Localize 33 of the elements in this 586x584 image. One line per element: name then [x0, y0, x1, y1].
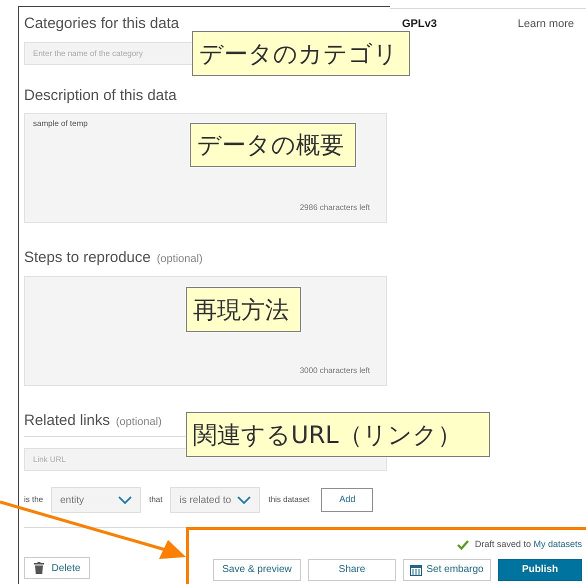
checkmark-icon [456, 540, 469, 550]
field-label: Related links [24, 410, 110, 430]
license-name: GPLv3 [402, 19, 437, 30]
chevron-down-icon [237, 496, 252, 504]
field-label: Steps to reproduce [24, 248, 151, 268]
character-counter: 2986 characters left [300, 202, 370, 214]
optional-hint: (optional) [116, 414, 162, 430]
textarea-value: sample of temp [33, 118, 88, 130]
trash-icon [34, 562, 44, 574]
action-button[interactable]: Set embargo [403, 558, 491, 580]
my-datasets-link[interactable]: My datasets [533, 539, 582, 549]
callout-tooltip: データのカテゴリ [192, 31, 410, 76]
relation-dropdown[interactable]: is related to [170, 487, 260, 513]
entity-dropdown[interactable]: entity [51, 487, 142, 513]
learn-more-link[interactable]: Learn more [518, 19, 574, 30]
relation-text: is the [24, 494, 44, 506]
callout-tooltip: データの概要 [190, 123, 356, 167]
calendar-icon [410, 564, 422, 576]
optional-hint: (optional) [156, 252, 203, 267]
callout-tooltip: 再現方法 [186, 287, 301, 332]
relation-text: this dataset [268, 494, 310, 506]
action-button[interactable]: Share [308, 558, 396, 580]
character-counter: 3000 characters left [300, 364, 370, 376]
chevron-down-icon [118, 496, 132, 504]
relation-text: that [149, 494, 162, 506]
draft-status: Draft saved to My datasets [474, 538, 582, 551]
field-label: Categories for this data [24, 14, 180, 34]
field-label: Description of this data [24, 86, 178, 106]
delete-button[interactable]: Delete [24, 557, 90, 579]
callout-tooltip: 関連するURL（リンク） [186, 412, 490, 457]
action-button[interactable]: Save & preview [213, 558, 301, 580]
publish-button[interactable]: Publish [498, 558, 582, 580]
add-button[interactable]: Add [321, 488, 374, 512]
